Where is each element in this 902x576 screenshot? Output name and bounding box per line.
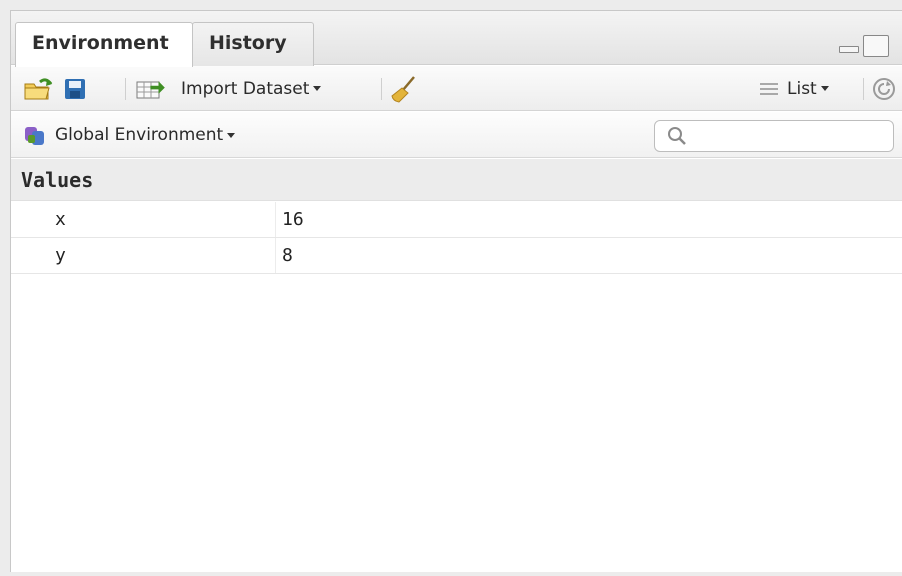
chevron-down-icon (820, 86, 829, 91)
view-mode-dropdown[interactable]: List (759, 66, 829, 111)
maximize-icon[interactable] (863, 35, 889, 57)
toolbar-separator (125, 78, 126, 100)
table-row[interactable]: x 16 (11, 202, 902, 238)
refresh-icon (873, 77, 895, 100)
table-row[interactable]: y 8 (11, 238, 902, 274)
variable-name: y (11, 238, 276, 273)
broom-icon (391, 75, 415, 103)
view-mode-label: List (787, 78, 817, 99)
refresh-button[interactable] (871, 66, 897, 111)
variable-value: 8 (282, 245, 293, 266)
toolbar-separator (381, 78, 382, 100)
search-input[interactable] (693, 125, 888, 147)
search-box[interactable] (654, 120, 894, 152)
pane-tab-bar: Environment History (11, 11, 902, 67)
import-dataset-icon (136, 80, 165, 98)
open-folder-icon (24, 77, 53, 99)
environment-selector-label: Global Environment (55, 125, 224, 145)
clear-workspace-button[interactable] (391, 66, 417, 111)
chevron-down-icon (227, 132, 236, 138)
tab-history[interactable]: History (192, 22, 314, 66)
save-icon (65, 78, 85, 99)
values-section-header: Values (11, 159, 902, 201)
save-workspace-button[interactable] (63, 66, 87, 111)
import-dataset-button[interactable]: Import Dataset (135, 66, 322, 111)
tab-environment[interactable]: Environment (15, 22, 193, 67)
list-view-icon (760, 82, 778, 95)
environment-bar: Global Environment (11, 112, 902, 158)
minimize-icon[interactable] (837, 35, 859, 57)
environment-toolbar: Import Dataset List (11, 66, 902, 111)
load-workspace-button[interactable] (23, 66, 53, 111)
values-table: x 16 y 8 (11, 202, 902, 274)
environment-pane: Environment History Import Dataset List … (10, 10, 902, 572)
import-dataset-label: Import Dataset (181, 78, 310, 99)
variable-name: x (11, 202, 276, 237)
toolbar-separator (863, 78, 864, 100)
environment-selector[interactable]: Global Environment (23, 112, 236, 158)
search-icon (668, 127, 686, 145)
chevron-down-icon (313, 86, 322, 91)
environment-icon (25, 127, 44, 145)
variable-value: 16 (282, 209, 304, 230)
